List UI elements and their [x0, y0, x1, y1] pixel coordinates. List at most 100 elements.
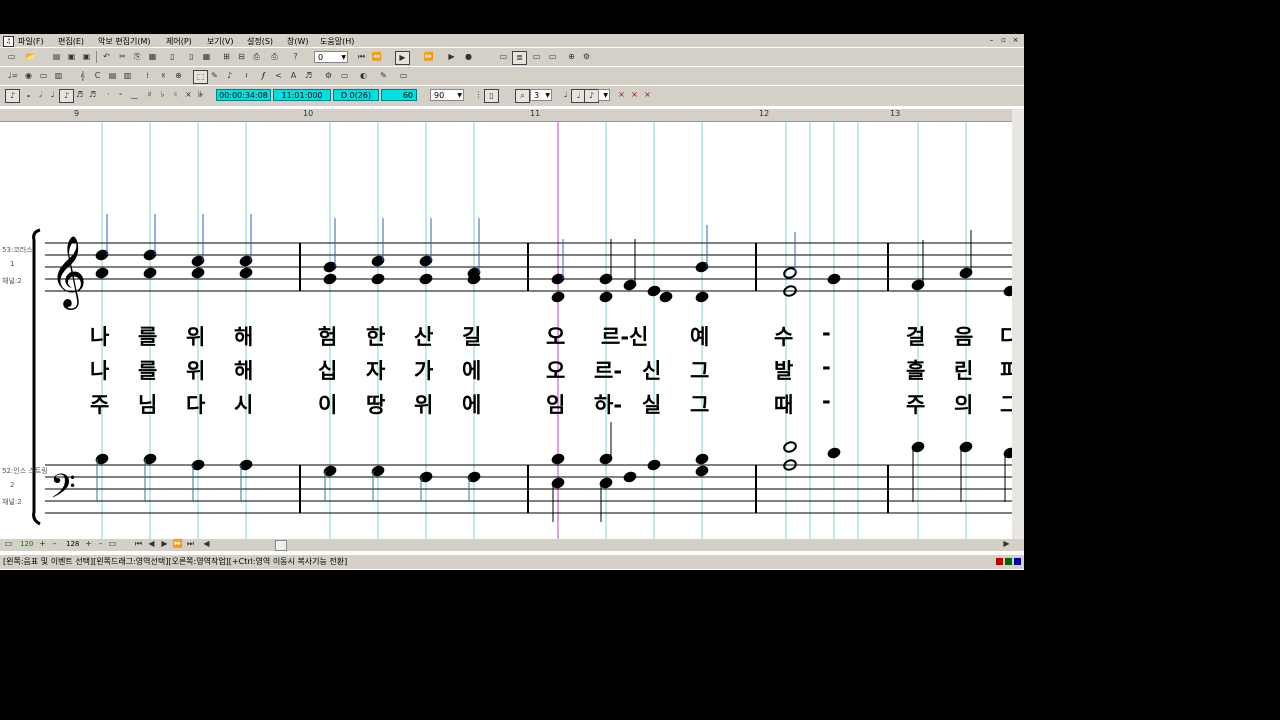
printer-icon[interactable]: ⎙ — [268, 51, 281, 63]
bass-notes[interactable] — [95, 422, 1012, 522]
lyric-2-9[interactable]: 오 — [546, 355, 565, 385]
record-icon[interactable]: ● — [462, 51, 475, 63]
tempo-icon[interactable]: ♩= — [5, 70, 21, 82]
quarter-note-icon[interactable]: ♩ — [46, 89, 59, 101]
prev-measure-icon[interactable]: ◀ — [145, 539, 158, 549]
zoom-combo[interactable]: 90 ▼ — [430, 89, 464, 101]
close-icon[interactable]: × — [1011, 36, 1020, 45]
notehead[interactable] — [599, 291, 613, 304]
lyric-3-4[interactable]: 시 — [234, 389, 253, 419]
mute-icon[interactable]: ▭ — [338, 70, 351, 82]
lyric-1-8[interactable]: 길 — [462, 321, 481, 351]
lyric-3-11[interactable]: 실 — [642, 389, 661, 419]
thirtysecond-note-icon[interactable]: ♬ — [86, 89, 99, 101]
flat-icon[interactable]: ♭ — [156, 89, 169, 101]
score-view-icon[interactable]: ≣ — [512, 51, 527, 65]
notehead[interactable] — [827, 447, 841, 460]
lyric-2-12[interactable]: 그 — [690, 355, 709, 385]
lyric-1-12[interactable]: 수 — [774, 321, 793, 351]
fast-forward-icon[interactable]: ⏩ — [422, 51, 435, 63]
score-area[interactable]: 𝄞 𝄢 53:코러스 1 채널:2 52:인스 스트링 2 채널:2 나 를 위… — [0, 122, 1012, 539]
new-icon[interactable]: ▭ — [5, 51, 18, 63]
lyric-2-10[interactable]: 르- — [594, 355, 622, 385]
sixteenth-note-icon[interactable]: ♬ — [73, 89, 86, 101]
piano-roll-icon[interactable]: ▭ — [530, 51, 543, 63]
text-icon[interactable]: A — [287, 70, 300, 82]
menu-control[interactable]: 제어(P) — [166, 36, 192, 47]
menu-score-editor[interactable]: 악보 편집기(M) — [98, 36, 151, 47]
lyric-3-1[interactable]: 주 — [90, 389, 109, 419]
minimize-icon[interactable]: – — [987, 36, 996, 45]
lyric-3-10[interactable]: 하- — [594, 389, 622, 419]
lyric-3-12[interactable]: 그 — [690, 389, 709, 419]
last-measure-icon[interactable]: ⏭ — [184, 539, 197, 549]
notehead[interactable] — [371, 273, 385, 286]
lyric-3-5[interactable]: 이 — [318, 389, 337, 419]
vertical-scrollbar[interactable] — [1012, 109, 1024, 549]
measure-icon[interactable]: ⊞ — [220, 51, 233, 63]
menu-settings[interactable]: 설정(S) — [247, 36, 273, 47]
lyric-3-2[interactable]: 님 — [138, 389, 157, 419]
lyric-1-10[interactable]: 르-신 — [601, 321, 648, 351]
lyric-2-15[interactable]: 흘 — [906, 355, 925, 385]
lyric-1-1[interactable]: 나 — [90, 321, 109, 351]
lyric-2-17[interactable]: 피 — [1000, 355, 1012, 385]
settings-icon[interactable]: ⚙ — [580, 51, 593, 63]
measure-line-icon[interactable]: ▥ — [121, 70, 134, 82]
lyric-2-13[interactable]: 발 — [774, 355, 793, 385]
treble-notes[interactable] — [95, 214, 1012, 303]
tie-icon[interactable]: ‿ — [128, 89, 141, 101]
key-sig-icon[interactable]: ▤ — [106, 70, 119, 82]
help-icon[interactable]: ? — [289, 51, 302, 63]
notehead[interactable] — [647, 285, 661, 298]
menu-view[interactable]: 보기(V) — [207, 36, 233, 47]
lyric-1-15[interactable]: 음 — [954, 321, 973, 351]
app-icon[interactable]: ♫ — [3, 36, 14, 47]
notehead[interactable] — [551, 453, 565, 466]
select-tool-icon[interactable]: ⬚ — [193, 70, 208, 84]
natural-icon[interactable]: ♮ — [169, 89, 182, 101]
segno-icon[interactable]: 𝄋 — [157, 70, 170, 82]
voice-dropdown[interactable]: ▼ — [598, 89, 610, 101]
scroll-right-icon[interactable]: ▶ — [1000, 539, 1013, 549]
triplet-icon[interactable]: ⁃ — [114, 89, 127, 101]
lyric-3-3[interactable]: 다 — [186, 389, 205, 419]
chord-icon[interactable]: ♬ — [302, 70, 315, 82]
mixer-icon[interactable]: ⊕ — [565, 51, 578, 63]
repeat-icon[interactable]: ⁞ — [141, 70, 154, 82]
clef-icon[interactable]: 𝄞 — [76, 70, 89, 82]
undo-icon[interactable]: ↶ — [100, 51, 113, 63]
notehead[interactable] — [143, 267, 157, 280]
lyric-3-17[interactable]: 그 — [1000, 389, 1012, 419]
document-icon[interactable]: ▯ — [185, 51, 198, 63]
lyric-2-3[interactable]: 위 — [186, 355, 205, 385]
save-icon[interactable]: ▣ — [65, 51, 78, 63]
paste-icon[interactable]: ▦ — [146, 51, 159, 63]
lyric-3-15[interactable]: 주 — [906, 389, 925, 419]
view-option-icon[interactable]: ⚙ — [322, 70, 335, 82]
lyric-1-5[interactable]: 험 — [318, 321, 337, 351]
zoom-out-icon[interactable]: – — [48, 539, 61, 549]
notehead[interactable] — [1003, 285, 1012, 298]
delete-all-icon[interactable]: × — [641, 89, 654, 101]
event-list-icon[interactable]: ▭ — [546, 51, 559, 63]
voice-3-icon[interactable]: ♪ — [584, 89, 599, 103]
coda-icon[interactable]: ⊕ — [172, 70, 185, 82]
folder-icon[interactable]: ▤ — [50, 51, 63, 63]
notehead[interactable] — [695, 465, 709, 478]
print-icon[interactable]: ⎙ — [250, 51, 263, 63]
delete-note-icon[interactable]: × — [615, 89, 628, 101]
view-toggle-icon[interactable]: ▭ — [2, 539, 15, 549]
note-tool-icon[interactable]: ♪ — [223, 70, 236, 82]
rewind-icon[interactable]: ⏪ — [370, 51, 383, 63]
step-icon[interactable]: ▯ — [484, 89, 499, 103]
menu-edit[interactable]: 편집(E) — [58, 36, 84, 47]
lyric-1-3[interactable]: 위 — [186, 321, 205, 351]
open-icon[interactable]: 📂 — [24, 51, 37, 63]
voice-combo[interactable]: 3 ▼ — [530, 89, 552, 101]
notehead[interactable] — [623, 471, 637, 484]
notehead[interactable] — [827, 273, 841, 286]
lyrics-icon[interactable]: ✎ — [377, 70, 390, 82]
lyric-1-4[interactable]: 해 — [234, 321, 253, 351]
notehead[interactable] — [647, 459, 661, 472]
